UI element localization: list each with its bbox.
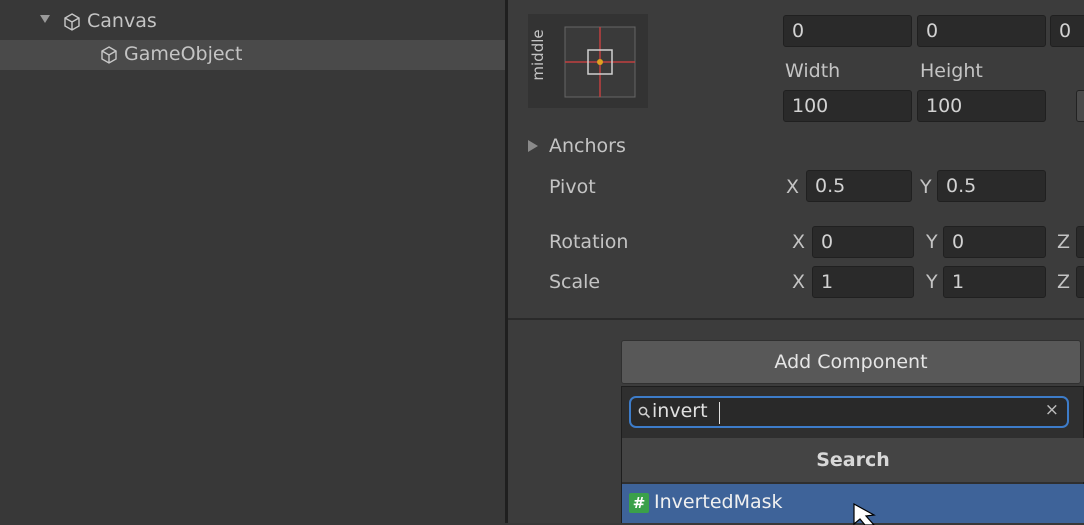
component-separator [508,318,1084,320]
rotation-x-field[interactable]: 0 [812,226,914,258]
scale-z-field[interactable] [1076,266,1084,298]
rotation-y-field[interactable]: 0 [943,226,1046,258]
pos-x-field[interactable]: 0 [783,15,912,47]
add-component-button[interactable]: Add Component [621,340,1081,384]
scale-label: Scale [549,271,601,293]
search-result-label: InvertedMask [654,491,783,513]
rotation-x-axis-label: X [792,231,806,253]
pivot-x-field[interactable]: 0.5 [806,170,912,202]
script-hash-icon: # [629,493,649,513]
search-icon [638,406,651,419]
foldout-arrow-icon[interactable] [40,15,50,23]
hierarchy-item-canvas[interactable]: Canvas [0,8,505,38]
hierarchy-panel: Canvas GameObject [0,0,505,523]
height-field[interactable]: 100 [917,90,1046,122]
pivot-y-axis-label: Y [920,176,932,198]
clear-search-icon[interactable]: × [1045,400,1059,420]
hierarchy-item-label: Canvas [87,10,157,32]
rotation-y-axis-label: Y [926,231,938,253]
pivot-x-axis-label: X [786,176,800,198]
anchor-preset-label: middle [529,29,547,81]
scale-y-axis-label: Y [926,271,938,293]
raw-edit-button[interactable] [1076,90,1084,122]
scale-z-axis-label: Z [1057,271,1071,293]
search-input-text: invert [652,400,708,422]
rotation-label: Rotation [549,231,629,253]
mouse-pointer-icon [853,503,876,525]
hierarchy-item-label: GameObject [124,43,243,65]
scale-x-axis-label: X [792,271,806,293]
text-cursor [719,402,720,424]
scale-x-field[interactable]: 1 [812,266,914,298]
pivot-label: Pivot [549,176,596,198]
hierarchy-item-gameobject[interactable]: GameObject [0,40,505,70]
gameobject-cube-icon [101,46,117,64]
component-search-input[interactable]: invert × [629,396,1069,428]
pos-y-field[interactable]: 0 [917,15,1046,47]
anchors-foldout-icon[interactable] [528,140,538,152]
search-results-header: Search [622,438,1084,482]
pivot-y-field[interactable]: 0.5 [937,170,1046,202]
pos-z-field[interactable]: 0 [1050,15,1084,47]
width-label: Width [785,60,841,82]
width-field[interactable]: 100 [783,90,912,122]
anchor-preset-button[interactable]: middle [528,14,648,108]
anchors-label[interactable]: Anchors [549,135,626,157]
scale-y-field[interactable]: 1 [943,266,1046,298]
rotation-z-field[interactable] [1076,226,1084,258]
anchor-preset-icon [564,26,636,98]
gameobject-cube-icon [64,13,80,31]
height-label: Height [920,60,983,82]
rotation-z-axis-label: Z [1057,231,1071,253]
